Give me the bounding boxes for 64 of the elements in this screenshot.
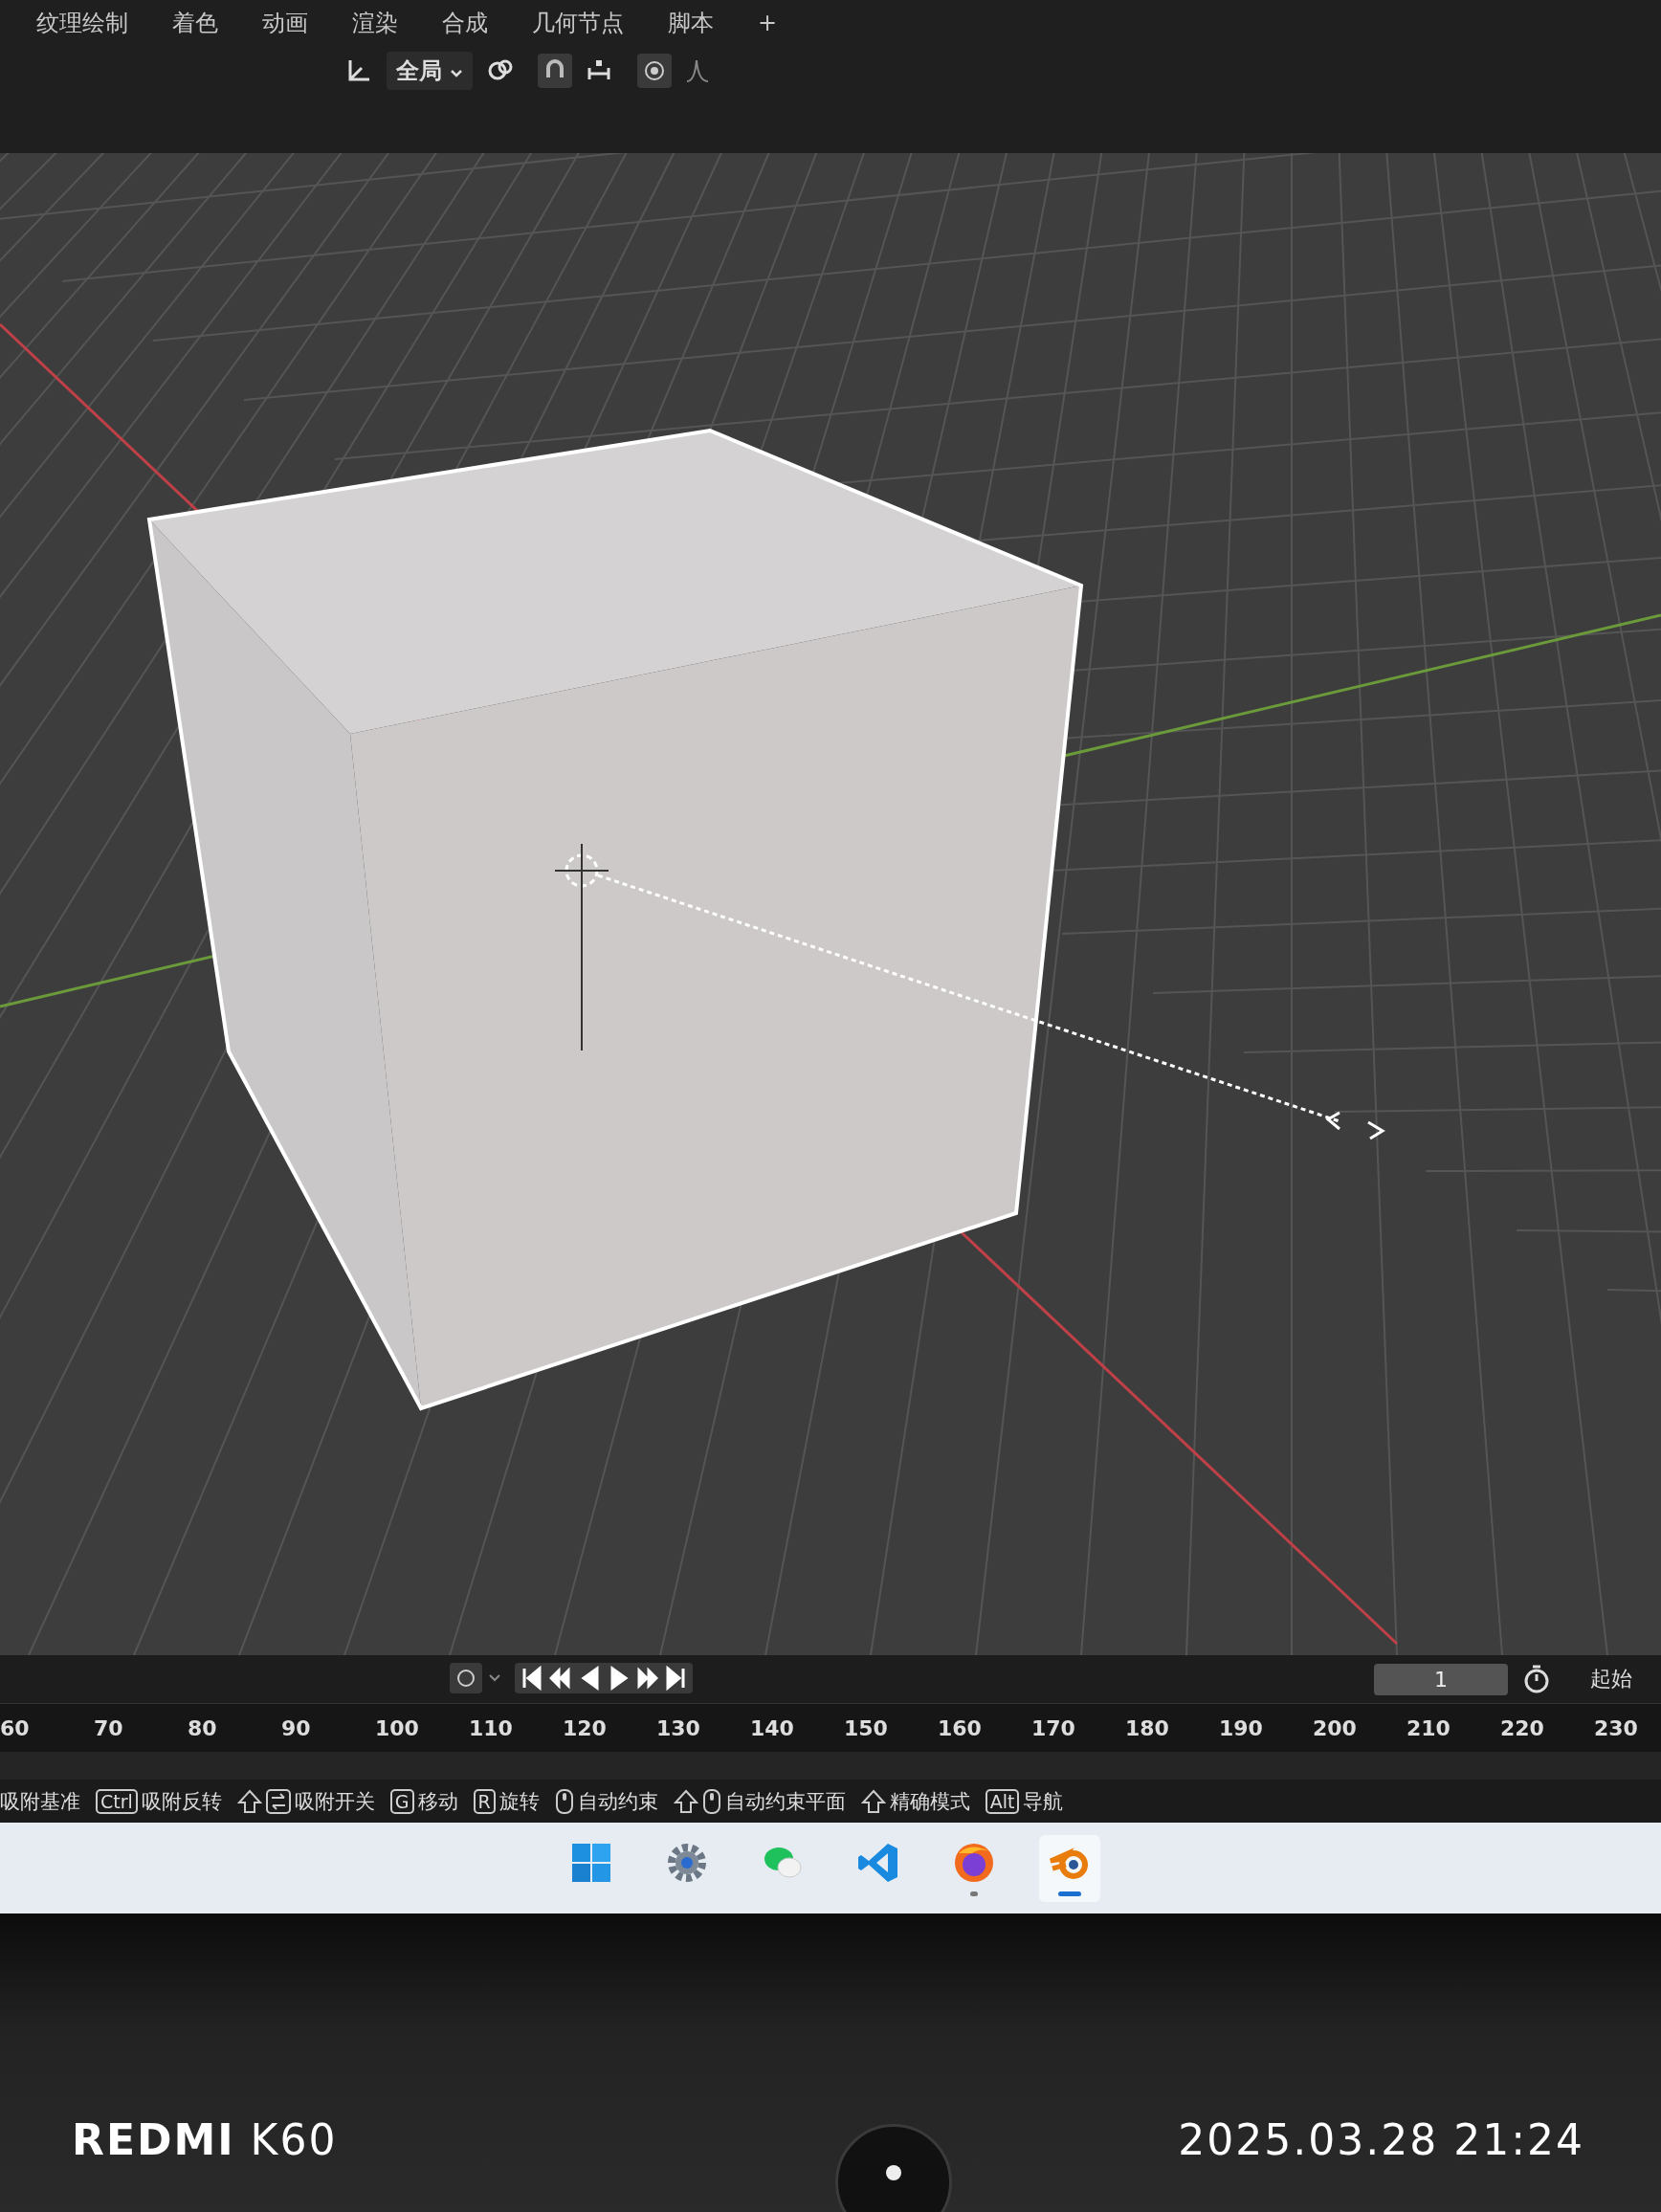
- snap-toggle[interactable]: [538, 54, 573, 88]
- workspace-tab[interactable]: 渲染: [344, 4, 406, 42]
- caret-icon: [450, 69, 464, 78]
- timestamp-watermark: 2025.03.28 21:24: [1178, 2115, 1584, 2164]
- shortcut-label: 吸附基准: [0, 1788, 80, 1815]
- browser-icon[interactable]: [955, 1844, 993, 1882]
- frame-number: 90: [281, 1715, 312, 1740]
- frame-number: 150: [844, 1715, 889, 1740]
- frame-number: 80: [188, 1715, 218, 1740]
- current-frame-field[interactable]: 1: [1374, 1663, 1508, 1695]
- shortcut-label: 自动约束平面: [724, 1788, 846, 1815]
- shift-key-icon: [860, 1788, 886, 1814]
- 3d-cursor-icon: [554, 843, 609, 1051]
- frame-number: 140: [750, 1715, 795, 1740]
- workspace-tab[interactable]: 动画: [255, 4, 316, 42]
- mouse-icon: [554, 1787, 574, 1815]
- code-editor-icon[interactable]: [858, 1844, 897, 1882]
- frame-number: 180: [1125, 1715, 1170, 1740]
- workspace-tab[interactable]: 几何节点: [524, 4, 631, 42]
- frame-number: 130: [656, 1715, 701, 1740]
- start-icon[interactable]: [572, 1844, 610, 1882]
- workspace-tab[interactable]: +: [750, 6, 786, 40]
- frame-number: 220: [1500, 1715, 1545, 1740]
- cube-drawing[interactable]: [146, 428, 1084, 1411]
- shift-key-icon: [236, 1788, 262, 1814]
- frame-number: 110: [469, 1715, 514, 1740]
- key-label: Ctrl: [96, 1788, 138, 1814]
- shortcut-label: 导航: [1023, 1788, 1064, 1815]
- playback-button[interactable]: [635, 1665, 658, 1692]
- shift-key-icon: [673, 1788, 698, 1814]
- shortcut-label: 精确模式: [889, 1788, 970, 1815]
- gear-icon[interactable]: [668, 1844, 706, 1882]
- workspace-tab[interactable]: 合成: [434, 4, 496, 42]
- key-label: R: [473, 1788, 496, 1814]
- mouse-icon: [701, 1787, 721, 1815]
- proportional-edit-toggle[interactable]: [637, 54, 673, 88]
- snap-key-icon: [265, 1788, 291, 1814]
- frame-number: 200: [1313, 1715, 1358, 1740]
- frame-number: 120: [563, 1715, 608, 1740]
- workspace-tab[interactable]: 着色: [165, 4, 226, 42]
- frame-number: 160: [938, 1715, 983, 1740]
- device-watermark: REDMI K60: [72, 2115, 338, 2164]
- key-label: Alt: [985, 1788, 1020, 1814]
- frame-number: 100: [375, 1715, 420, 1740]
- shortcut-label: 自动约束: [577, 1788, 658, 1815]
- orientation-dropdown[interactable]: 全局: [387, 52, 474, 90]
- start-frame-label: 起始: [1590, 1666, 1633, 1692]
- frame-number: 60: [0, 1715, 31, 1740]
- playback-button[interactable]: [549, 1665, 572, 1692]
- frame-number: 70: [94, 1715, 124, 1740]
- workspace-tab[interactable]: 脚本: [660, 4, 721, 42]
- shortcut-label: 旋转: [498, 1788, 540, 1815]
- frame-number: 210: [1406, 1715, 1451, 1740]
- shortcut-label: 移动: [417, 1788, 458, 1815]
- key-label: G: [389, 1788, 414, 1814]
- workspace-tab[interactable]: 纹理绘制: [29, 4, 136, 42]
- shortcut-label: 吸附反转: [141, 1788, 222, 1815]
- blender-icon[interactable]: [1048, 1847, 1088, 1879]
- frame-number: 190: [1219, 1715, 1264, 1740]
- shortcut-label: 吸附开关: [294, 1788, 375, 1815]
- playback-button[interactable]: [664, 1665, 687, 1692]
- playback-button[interactable]: [520, 1665, 543, 1692]
- frame-number: 230: [1594, 1715, 1639, 1740]
- frame-number: 170: [1031, 1715, 1076, 1740]
